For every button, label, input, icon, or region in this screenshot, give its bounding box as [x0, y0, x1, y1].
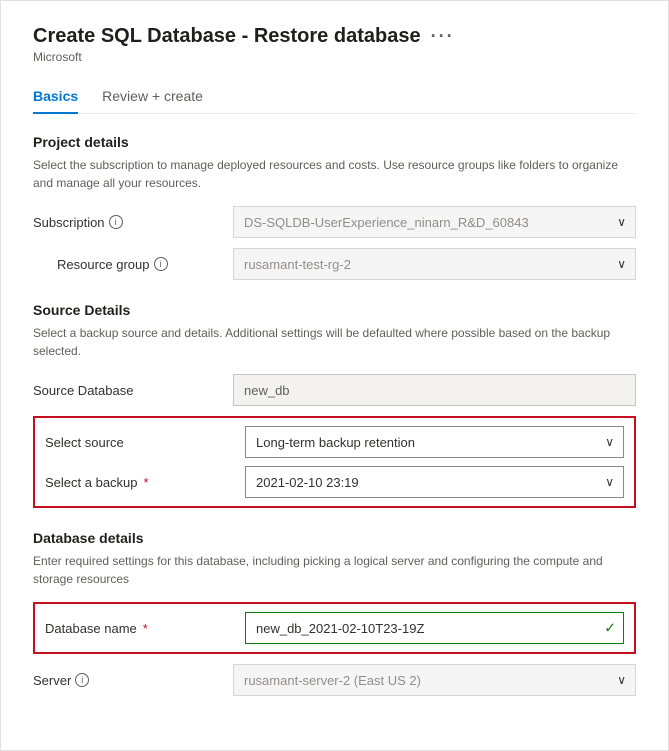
- database-name-label: Database name *: [45, 621, 245, 636]
- page-container: Create SQL Database - Restore database ·…: [0, 0, 669, 751]
- resource-group-control: rusamant-test-rg-2 ∨: [233, 248, 636, 280]
- database-details-title: Database details: [33, 530, 636, 546]
- subscription-dropdown-wrapper: DS-SQLDB-UserExperience_ninarn_R&D_60843…: [233, 206, 636, 238]
- page-header: Create SQL Database - Restore database ·…: [33, 25, 636, 48]
- source-database-control: [233, 374, 636, 406]
- source-details-title: Source Details: [33, 302, 636, 318]
- subscription-control: DS-SQLDB-UserExperience_ninarn_R&D_60843…: [233, 206, 636, 238]
- project-details-desc: Select the subscription to manage deploy…: [33, 156, 636, 192]
- select-backup-required: *: [144, 475, 149, 490]
- select-source-dropdown[interactable]: Long-term backup retention: [245, 426, 624, 458]
- database-name-control: ✓: [245, 612, 624, 644]
- select-backup-row: Select a backup * 2021-02-10 23:19 ∨: [45, 466, 624, 498]
- database-name-input[interactable]: [245, 612, 624, 644]
- page-title: Create SQL Database - Restore database ·…: [33, 25, 455, 48]
- source-details-desc: Select a backup source and details. Addi…: [33, 324, 636, 360]
- server-row: Server i rusamant-server-2 (East US 2) ∨: [33, 664, 636, 696]
- ellipsis-menu[interactable]: ···: [431, 26, 455, 47]
- project-details-title: Project details: [33, 134, 636, 150]
- select-source-dropdown-wrapper: Long-term backup retention ∨: [245, 426, 624, 458]
- tabs-bar: Basics Review + create: [33, 80, 636, 114]
- subscription-info-icon[interactable]: i: [109, 215, 123, 229]
- highlighted-source-section: Select source Long-term backup retention…: [33, 416, 636, 508]
- server-dropdown-wrapper: rusamant-server-2 (East US 2) ∨: [233, 664, 636, 696]
- tab-review-create[interactable]: Review + create: [102, 80, 203, 114]
- server-control: rusamant-server-2 (East US 2) ∨: [233, 664, 636, 696]
- resource-group-dropdown[interactable]: rusamant-test-rg-2: [233, 248, 636, 280]
- section-database-details: Database details Enter required settings…: [33, 530, 636, 696]
- subscription-dropdown[interactable]: DS-SQLDB-UserExperience_ninarn_R&D_60843: [233, 206, 636, 238]
- database-name-valid-icon: ✓: [604, 620, 616, 637]
- database-details-desc: Enter required settings for this databas…: [33, 552, 636, 588]
- select-source-control: Long-term backup retention ∨: [245, 426, 624, 458]
- select-backup-dropdown[interactable]: 2021-02-10 23:19: [245, 466, 624, 498]
- section-source-details: Source Details Select a backup source an…: [33, 302, 636, 508]
- select-source-label: Select source: [45, 435, 245, 450]
- server-info-icon[interactable]: i: [75, 673, 89, 687]
- select-backup-label: Select a backup *: [45, 475, 245, 490]
- resource-group-info-icon[interactable]: i: [154, 257, 168, 271]
- database-name-required: *: [143, 621, 148, 636]
- resource-group-label: Resource group i: [57, 257, 233, 272]
- select-backup-control: 2021-02-10 23:19 ∨: [245, 466, 624, 498]
- database-name-input-wrapper: ✓: [245, 612, 624, 644]
- select-source-row: Select source Long-term backup retention…: [45, 426, 624, 458]
- source-database-label: Source Database: [33, 383, 233, 398]
- tab-basics[interactable]: Basics: [33, 80, 78, 114]
- source-database-row: Source Database: [33, 374, 636, 406]
- source-database-input[interactable]: [233, 374, 636, 406]
- database-name-row: Database name * ✓: [45, 612, 624, 644]
- page-subtitle: Microsoft: [33, 50, 636, 64]
- select-backup-dropdown-wrapper: 2021-02-10 23:19 ∨: [245, 466, 624, 498]
- server-label: Server i: [33, 673, 233, 688]
- subscription-label: Subscription i: [33, 215, 233, 230]
- resource-group-dropdown-wrapper: rusamant-test-rg-2 ∨: [233, 248, 636, 280]
- section-project-details: Project details Select the subscription …: [33, 134, 636, 280]
- highlighted-database-section: Database name * ✓: [33, 602, 636, 654]
- subscription-row: Subscription i DS-SQLDB-UserExperience_n…: [33, 206, 636, 238]
- resource-group-row: Resource group i rusamant-test-rg-2 ∨: [57, 248, 636, 280]
- server-dropdown[interactable]: rusamant-server-2 (East US 2): [233, 664, 636, 696]
